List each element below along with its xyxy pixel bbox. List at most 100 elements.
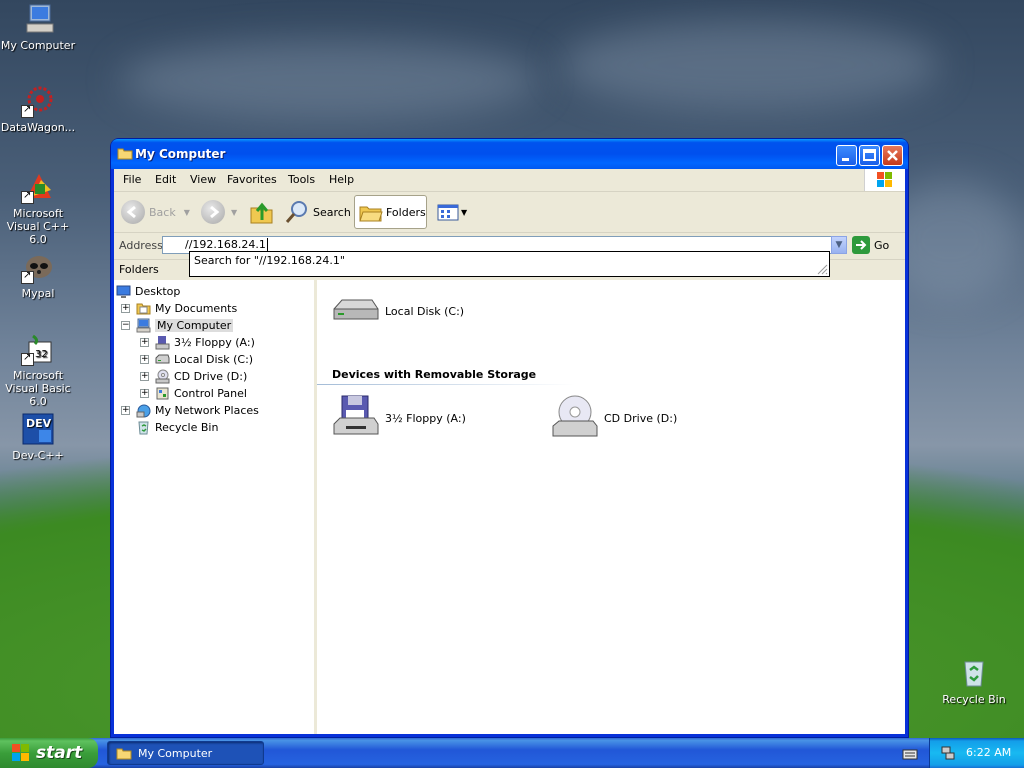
visual-basic-icon: 32 xyxy=(21,332,55,366)
tree-item-my-computer[interactable]: − My Computer xyxy=(121,318,234,333)
folders-button[interactable]: Folders xyxy=(354,195,427,229)
views-dropdown-icon[interactable]: ▼ xyxy=(461,208,467,217)
tree-item-my-documents[interactable]: + My Documents xyxy=(121,301,237,316)
go-button[interactable]: Go xyxy=(852,236,889,254)
back-arrow-icon xyxy=(121,200,145,224)
views-button[interactable]: ▼ xyxy=(436,195,467,229)
folders-label: Folders xyxy=(386,205,426,219)
tree-item-floppy[interactable]: + 3½ Floppy (A:) xyxy=(140,335,255,350)
back-button[interactable]: Back ▼ xyxy=(121,195,190,229)
tree-item-control-panel[interactable]: + Control Panel xyxy=(140,386,247,401)
drive-label: CD Drive (D:) xyxy=(604,411,678,425)
desktop-icon-mypal[interactable]: Mypal xyxy=(0,250,78,300)
forward-button[interactable]: ▼ xyxy=(201,195,237,229)
desktop-icon-recycle-bin[interactable]: Recycle Bin xyxy=(934,656,1014,706)
up-button[interactable] xyxy=(249,195,275,229)
menu-edit[interactable]: Edit xyxy=(155,173,176,186)
desktop-icon-visual-basic[interactable]: 32 Microsoft Visual Basic 6.0 xyxy=(0,332,78,408)
keyboard-icon[interactable] xyxy=(902,747,918,761)
toolbar: Back ▼ ▼ Search Folders ▼ xyxy=(114,192,905,233)
address-dropdown-button[interactable]: ▼ xyxy=(831,236,847,254)
autocomplete-item[interactable]: Search for "//192.168.24.1" xyxy=(194,254,345,267)
forward-dropdown-icon[interactable]: ▼ xyxy=(231,208,237,217)
cd-drive-icon xyxy=(552,395,598,437)
tree-label: 3½ Floppy (A:) xyxy=(174,336,255,349)
address-autocomplete[interactable]: Search for "//192.168.24.1" xyxy=(189,251,830,277)
network-icon xyxy=(136,404,151,418)
back-label: Back xyxy=(149,205,176,219)
expand-icon[interactable]: + xyxy=(140,338,149,347)
back-dropdown-icon[interactable]: ▼ xyxy=(184,208,190,217)
datawagon-icon xyxy=(21,84,55,118)
expand-icon[interactable]: + xyxy=(140,355,149,364)
system-tray: 6:22 AM xyxy=(929,738,1024,768)
tree-label: Local Disk (C:) xyxy=(174,353,254,366)
window-body: File Edit View Favorites Tools Help Back… xyxy=(114,169,905,734)
desktop-icon xyxy=(116,285,131,298)
resize-grip-icon[interactable] xyxy=(816,263,828,275)
drive-label: 3½ Floppy (A:) xyxy=(385,411,466,425)
taskbar-button-label: My Computer xyxy=(138,746,213,760)
computer-icon xyxy=(136,318,151,333)
svg-text:32: 32 xyxy=(35,349,48,360)
desktop-icon-label: Microsoft Visual Basic 6.0 xyxy=(5,369,71,408)
go-label: Go xyxy=(874,238,890,252)
menu-help[interactable]: Help xyxy=(329,173,354,186)
chevron-down-icon: ▼ xyxy=(835,240,843,250)
go-arrow-icon xyxy=(852,236,870,254)
tree-item-network-places[interactable]: + My Network Places xyxy=(121,403,259,418)
expand-icon[interactable]: + xyxy=(121,304,130,313)
windows-flag-icon xyxy=(12,744,29,761)
views-icon xyxy=(437,204,459,221)
minimize-button[interactable] xyxy=(836,145,857,166)
title-bar[interactable]: My Computer xyxy=(111,139,908,169)
desktop-icon-label: My Computer xyxy=(0,39,76,52)
content-pane: Local Disk (C:) Devices with Removable S… xyxy=(317,280,905,734)
windows-flag-icon xyxy=(877,172,892,187)
folder-icon xyxy=(116,748,132,760)
search-label: Search xyxy=(313,205,351,219)
shortcut-arrow-icon xyxy=(21,269,34,284)
taskbar-button-my-computer[interactable]: My Computer xyxy=(107,741,264,765)
start-button[interactable]: start xyxy=(0,738,98,768)
my-computer-window: My Computer File Edit View Favorites Too… xyxy=(111,139,908,737)
mypal-icon xyxy=(21,250,55,284)
minimize-icon xyxy=(842,158,849,161)
collapse-icon[interactable]: − xyxy=(121,321,130,330)
desktop-icon-my-computer[interactable]: My Computer xyxy=(0,2,78,52)
tree-item-recycle-bin[interactable]: Recycle Bin xyxy=(136,420,218,435)
drive-local-disk-c[interactable]: Local Disk (C:) xyxy=(332,295,464,327)
desktop-icon-label: Mypal xyxy=(21,287,55,300)
drive-floppy-a[interactable]: 3½ Floppy (A:) xyxy=(332,394,466,442)
shortcut-arrow-icon xyxy=(21,189,34,204)
forward-arrow-icon xyxy=(201,200,225,224)
menu-file[interactable]: File xyxy=(123,173,141,186)
expand-icon[interactable]: + xyxy=(121,406,130,415)
shortcut-arrow-icon xyxy=(21,103,34,118)
desktop-icon-datawagon[interactable]: DataWagon... xyxy=(0,84,78,134)
search-button[interactable]: Search xyxy=(284,195,351,229)
group-divider xyxy=(317,384,575,385)
tree-label: Control Panel xyxy=(174,387,247,400)
close-button[interactable] xyxy=(882,145,903,166)
tree-label: My Computer xyxy=(155,319,234,332)
windows-logo xyxy=(864,169,905,191)
clock[interactable]: 6:22 AM xyxy=(966,746,1011,759)
drive-cd-d[interactable]: CD Drive (D:) xyxy=(551,394,677,442)
tree-item-local-disk[interactable]: + Local Disk (C:) xyxy=(140,352,253,367)
network-connection-icon[interactable] xyxy=(940,745,956,761)
desktop-icon-dev-cpp[interactable]: DEV Dev-C++ xyxy=(0,412,78,462)
menu-bar: File Edit View Favorites Tools Help xyxy=(114,169,905,192)
folder-up-icon xyxy=(250,202,273,224)
recycle-bin-icon xyxy=(957,656,991,690)
address-input-value: //192.168.24.1 xyxy=(185,238,266,251)
menu-tools[interactable]: Tools xyxy=(288,173,315,186)
menu-view[interactable]: View xyxy=(190,173,216,186)
desktop-icon-visual-cpp[interactable]: Microsoft Visual C++ 6.0 xyxy=(0,170,78,246)
maximize-button[interactable] xyxy=(859,145,880,166)
expand-icon[interactable]: + xyxy=(140,372,149,381)
tree-item-cd-drive[interactable]: + CD Drive (D:) xyxy=(140,369,247,384)
tree-item-desktop[interactable]: Desktop xyxy=(116,284,180,299)
expand-icon[interactable]: + xyxy=(140,389,149,398)
menu-favorites[interactable]: Favorites xyxy=(227,173,277,186)
